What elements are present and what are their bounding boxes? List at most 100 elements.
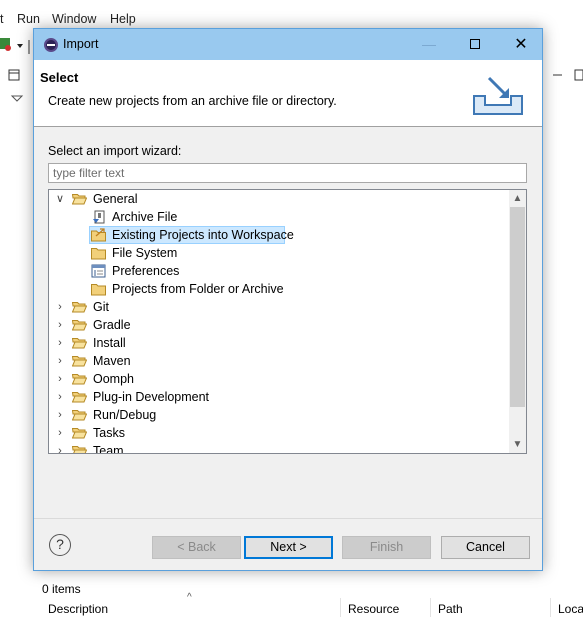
minimize-button[interactable]: —: [406, 29, 452, 60]
import-dialog: Import — ✕ Select Create new projects fr…: [33, 28, 543, 571]
folder-icon: [72, 356, 87, 367]
run-tool-icon[interactable]: [0, 32, 33, 60]
tree-item-oomph[interactable]: › Oomph: [49, 370, 509, 388]
folder-icon: [72, 338, 87, 349]
tree-item-preferences[interactable]: Preferences: [49, 262, 509, 280]
tree-item-maven[interactable]: › Maven: [49, 352, 509, 370]
column-divider[interactable]: [340, 598, 341, 617]
ide-toolbar: [0, 32, 33, 60]
wizard-page-title: Select: [40, 70, 79, 85]
menu-item-run[interactable]: Run: [17, 12, 40, 26]
column-divider[interactable]: [430, 598, 431, 617]
close-button[interactable]: ✕: [498, 29, 544, 60]
menu-item-window[interactable]: Window: [52, 12, 96, 26]
maximize-icon: [470, 39, 480, 50]
tree-item-existing-projects[interactable]: Existing Projects into Workspace: [49, 226, 509, 244]
folder-icon: [91, 284, 106, 296]
tree-label: Plug-in Development: [93, 390, 210, 404]
wizard-content: Select an import wizard: ∨ General Archi…: [34, 128, 542, 518]
filter-input[interactable]: [48, 163, 527, 183]
cancel-button[interactable]: Cancel: [441, 536, 530, 559]
tree-label: Team: [93, 444, 124, 454]
tree-label: Preferences: [112, 264, 180, 278]
ide-right-strip: [543, 60, 583, 90]
help-icon[interactable]: ?: [49, 534, 71, 556]
tree-item-team[interactable]: › Team: [49, 442, 509, 454]
chevron-right-icon[interactable]: ›: [55, 445, 65, 453]
folder-icon: [72, 446, 87, 453]
menu-item-file-partial[interactable]: t: [0, 12, 3, 26]
wizard-page-description: Create new projects from an archive file…: [48, 94, 337, 108]
wizard-button-bar: ? < Back Next > Finish Cancel: [34, 518, 542, 571]
folder-open-icon: [72, 194, 87, 205]
preferences-icon: [91, 264, 106, 278]
items-count: 0 items: [42, 582, 81, 596]
maximize-button[interactable]: [452, 29, 498, 60]
tree-label: Archive File: [112, 210, 178, 224]
tree-item-archive-file[interactable]: Archive File: [49, 208, 509, 226]
back-button[interactable]: < Back: [152, 536, 241, 559]
column-description[interactable]: Description: [48, 602, 108, 616]
tree-label: Projects from Folder or Archive: [112, 282, 284, 296]
archive-file-icon: [93, 210, 105, 224]
chevron-right-icon[interactable]: ›: [55, 355, 65, 367]
tree-label: Run/Debug: [93, 408, 157, 422]
folder-icon: [91, 248, 106, 260]
folder-icon: [72, 374, 87, 385]
dialog-titlebar[interactable]: Import — ✕: [34, 29, 542, 60]
tree-label: Install: [93, 336, 126, 350]
tree-label: Gradle: [93, 318, 131, 332]
tree-label: Oomph: [93, 372, 134, 386]
scrollbar-thumb[interactable]: [510, 207, 525, 407]
tree-item-gradle[interactable]: › Gradle: [49, 316, 509, 334]
tree-label: Maven: [93, 354, 131, 368]
next-button[interactable]: Next >: [244, 536, 333, 559]
tree-item-tasks[interactable]: › Tasks: [49, 424, 509, 442]
chevron-right-icon[interactable]: ›: [55, 427, 65, 439]
tree-label: Tasks: [93, 426, 125, 440]
column-divider[interactable]: [550, 598, 551, 617]
wizard-header: Select Create new projects from an archi…: [34, 60, 542, 127]
folder-icon: [72, 428, 87, 439]
ide-menubar: t Run Window Help: [0, 10, 583, 30]
tree-item-file-system[interactable]: File System: [49, 244, 509, 262]
tree-item-run-debug[interactable]: › Run/Debug: [49, 406, 509, 424]
tree-label: General: [93, 192, 138, 206]
chevron-right-icon[interactable]: ›: [55, 337, 65, 349]
wizard-select-label: Select an import wizard:: [48, 144, 182, 158]
folder-icon: [72, 302, 87, 313]
tree-label: File System: [112, 246, 178, 260]
finish-button[interactable]: Finish: [342, 536, 431, 559]
chevron-right-icon[interactable]: ›: [55, 319, 65, 331]
tree-item-plugin-development[interactable]: › Plug-in Development: [49, 388, 509, 406]
folder-icon: [72, 320, 87, 331]
eclipse-icon: [44, 38, 58, 52]
sort-up-icon: ^: [187, 592, 192, 603]
column-location[interactable]: Loca: [558, 602, 583, 616]
dialog-title: Import: [63, 37, 99, 51]
tree-label: Git: [93, 300, 109, 314]
wizard-tree[interactable]: ∨ General Archive File Existing Projects…: [48, 189, 527, 454]
ide-left-strip: [0, 60, 33, 120]
tree-item-general[interactable]: ∨ General: [49, 190, 509, 208]
tree-item-projects-from-folder[interactable]: Projects from Folder or Archive: [49, 280, 509, 298]
scroll-up-icon[interactable]: ▲: [509, 190, 526, 207]
scroll-down-icon[interactable]: ▼: [509, 436, 526, 453]
chevron-right-icon[interactable]: ›: [55, 373, 65, 385]
chevron-down-icon[interactable]: ∨: [55, 193, 65, 205]
view-menu-icon[interactable]: [0, 60, 33, 120]
menu-item-help[interactable]: Help: [110, 12, 136, 26]
chevron-right-icon[interactable]: ›: [55, 409, 65, 421]
folder-icon: [72, 392, 87, 403]
chevron-right-icon[interactable]: ›: [55, 301, 65, 313]
import-banner-icon: [473, 76, 523, 115]
chevron-right-icon[interactable]: ›: [55, 391, 65, 403]
column-resource[interactable]: Resource: [348, 602, 399, 616]
tree-item-install[interactable]: › Install: [49, 334, 509, 352]
folder-icon: [72, 410, 87, 421]
tree-item-git[interactable]: › Git: [49, 298, 509, 316]
tree-scrollbar[interactable]: ▲ ▼: [509, 190, 526, 453]
tree-label: Existing Projects into Workspace: [112, 228, 294, 242]
column-path[interactable]: Path: [438, 602, 463, 616]
minimize-view-icon[interactable]: [543, 60, 583, 90]
